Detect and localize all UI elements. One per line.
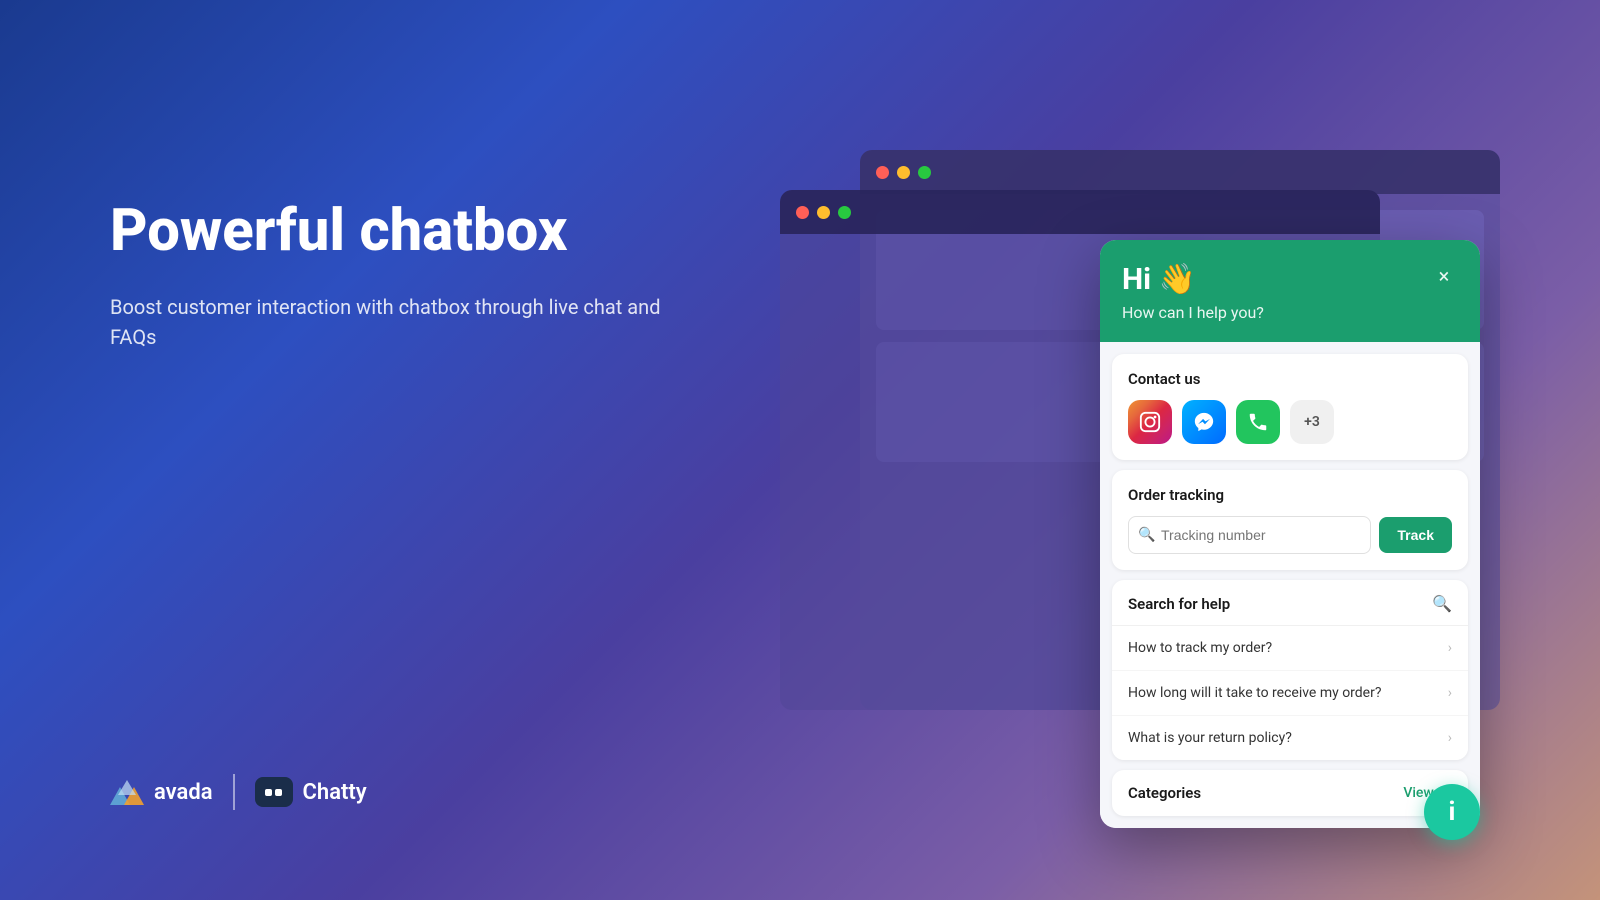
tracking-row: 🔍 Track [1128,516,1452,554]
main-dot-red [796,206,809,219]
floating-info-button[interactable]: i [1424,784,1480,840]
chat-body: Contact us [1100,342,1480,828]
main-dot-yellow [817,206,830,219]
faq-chevron-2: › [1448,685,1452,701]
bubble-dot-2 [275,789,282,796]
avada-icon [110,777,144,807]
chat-header-top: Hi 👋 × [1122,262,1458,297]
chat-header: Hi 👋 × How can I help you? [1100,240,1480,342]
main-heading: Powerful chatbox [110,200,670,264]
browser-bg-titlebar [860,150,1500,194]
search-help-icon: 🔍 [1432,594,1452,613]
faq-text-3: What is your return policy? [1128,730,1292,746]
faq-text-1: How to track my order? [1128,640,1272,656]
dot-green [918,166,931,179]
sub-heading: Boost customer interaction with chatbox … [110,292,670,352]
contact-card: Contact us [1112,354,1468,460]
faq-item-1[interactable]: How to track my order? › [1112,626,1468,671]
avada-logo-icon [110,777,144,807]
close-button[interactable]: × [1430,262,1458,290]
contact-icons: +3 [1128,400,1452,444]
categories-header: Categories View all [1112,770,1468,816]
contact-card-title: Contact us [1128,370,1452,388]
tracking-input-wrap: 🔍 [1128,516,1371,554]
main-dot-green [838,206,851,219]
search-help-title: Search for help [1128,595,1230,613]
chat-greeting: Hi 👋 [1122,262,1196,297]
dot-yellow [897,166,910,179]
faq-item-3[interactable]: What is your return policy? › [1112,716,1468,760]
chatty-logo: Chatty [255,777,367,807]
search-help-card: Search for help 🔍 How to track my order?… [1112,580,1468,760]
faq-chevron-1: › [1448,640,1452,656]
avada-text: avada [154,780,213,805]
categories-title: Categories [1128,784,1201,802]
phone-button[interactable] [1236,400,1280,444]
categories-card: Categories View all [1112,770,1468,816]
chat-widget: Hi 👋 × How can I help you? Contact us [1100,240,1480,828]
instagram-icon [1139,411,1161,433]
browser-main-titlebar [780,190,1380,234]
chat-subgreeting: How can I help you? [1122,303,1458,322]
left-panel: Powerful chatbox Boost customer interact… [110,200,670,352]
faq-item-2[interactable]: How long will it take to receive my orde… [1112,671,1468,716]
order-tracking-title: Order tracking [1128,486,1452,504]
faq-chevron-3: › [1448,730,1452,746]
tracking-number-input[interactable] [1128,516,1371,554]
dot-red [876,166,889,179]
logo-divider [233,774,235,810]
more-contacts-button[interactable]: +3 [1290,400,1334,444]
messenger-button[interactable] [1182,400,1226,444]
bubble-dot-1 [265,789,272,796]
logo-area: avada Chatty [110,774,367,810]
browser-area: Hi 👋 × How can I help you? Contact us [780,150,1500,710]
chatty-bubble-icon [255,777,293,807]
instagram-button[interactable] [1128,400,1172,444]
chatty-text: Chatty [303,780,367,805]
avada-logo: avada [110,777,213,807]
phone-icon [1247,411,1269,433]
faq-text-2: How long will it take to receive my orde… [1128,685,1381,701]
messenger-icon [1193,411,1215,433]
track-button[interactable]: Track [1379,517,1452,553]
tracking-search-icon: 🔍 [1138,527,1155,543]
search-help-header: Search for help 🔍 [1112,580,1468,626]
order-tracking-card: Order tracking 🔍 Track [1112,470,1468,570]
